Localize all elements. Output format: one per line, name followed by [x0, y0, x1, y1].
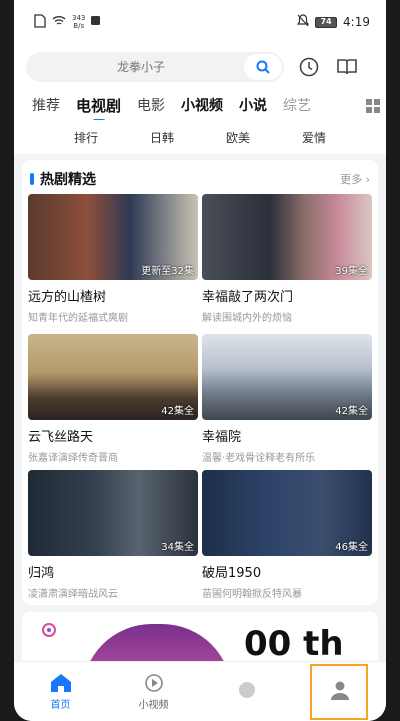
net-speed: 343 B/s — [72, 14, 85, 30]
nav-short-video[interactable]: 小视频 — [107, 662, 200, 721]
drama-title: 幸福院 — [202, 430, 242, 445]
book-icon — [337, 59, 357, 75]
drama-subtitle: 解读围城内外的烦恼 — [202, 313, 292, 324]
drama-card[interactable]: 42集全 幸福院 温馨·老戏骨诠释老有所乐 — [202, 334, 372, 464]
drama-card[interactable]: 34集全 归鸿 凌潇肃演绎暗战风云 — [28, 470, 198, 600]
episode-badge: 46集全 — [335, 542, 368, 553]
search-bar[interactable] — [26, 52, 284, 82]
drama-card[interactable]: 46集全 破局1950 苗圃何明翰掀反特风暴 — [202, 470, 372, 600]
category-romance[interactable]: 爱情 — [302, 129, 326, 146]
drama-subtitle: 知青年代的延福式爽剧 — [28, 313, 128, 324]
category-japan-korea[interactable]: 日韩 — [150, 129, 174, 146]
drama-thumbnail: 42集全 — [202, 334, 372, 420]
category-row: 排行 日韩 欧美 爱情 — [14, 120, 386, 154]
battery-icon: 74 — [315, 16, 338, 28]
promo-text: 00 th — [244, 624, 344, 664]
search-header — [14, 44, 386, 90]
tab-recommend[interactable]: 推荐 — [32, 95, 60, 115]
history-button[interactable] — [296, 54, 322, 80]
video-icon — [144, 673, 163, 692]
tab-movies[interactable]: 电影 — [137, 95, 165, 115]
nav-short-video-label: 小视频 — [138, 699, 169, 711]
episode-badge: 更新至32集 — [141, 266, 194, 277]
drama-title: 云飞丝路天 — [28, 430, 94, 445]
drama-title: 归鸿 — [28, 566, 55, 581]
tab-short-video[interactable]: 小视频 — [181, 95, 223, 115]
tab-variety[interactable]: 综艺 — [283, 95, 311, 115]
drama-title: 破局1950 — [202, 566, 262, 581]
search-button[interactable] — [244, 54, 282, 80]
drama-card[interactable]: 42集全 云飞丝路天 张嘉译演绎传奇晋商 — [28, 334, 198, 464]
mute-icon — [296, 14, 310, 30]
section-header: 热剧精选 更多 › — [30, 166, 370, 192]
episode-badge: 39集全 — [335, 266, 368, 277]
nav-home[interactable]: 首页 — [14, 662, 107, 721]
net-speed-unit: B/s — [73, 22, 85, 30]
search-icon — [256, 60, 270, 74]
drama-card[interactable]: 更新至32集 远方的山楂树 知青年代的延福式爽剧 — [28, 194, 198, 324]
drama-subtitle: 苗圃何明翰掀反特风暴 — [202, 589, 302, 600]
net-speed-value: 343 — [72, 14, 86, 22]
nav-home-label: 首页 — [50, 699, 71, 711]
nav-profile[interactable] — [293, 662, 386, 721]
center-icon — [238, 682, 255, 698]
category-western[interactable]: 欧美 — [226, 129, 250, 146]
bookshelf-button[interactable] — [334, 54, 360, 80]
home-icon — [50, 673, 71, 692]
section-marker — [30, 173, 34, 185]
nav-center[interactable] — [200, 662, 293, 721]
drama-thumbnail: 42集全 — [28, 334, 198, 420]
app-logo-icon — [42, 622, 56, 641]
hot-dramas-section: 热剧精选 更多 › 更新至32集 远方的山楂树 知青年代的延福式爽剧 39集全 … — [22, 160, 378, 605]
tab-novels[interactable]: 小说 — [239, 95, 267, 115]
drama-title: 远方的山楂树 — [28, 290, 107, 305]
notification-icon — [91, 16, 101, 28]
drama-thumbnail: 39集全 — [202, 194, 372, 280]
tab-tv-series[interactable]: 电视剧 — [76, 95, 121, 122]
phone-screen: 343 B/s 74 4:19 龙拳小子 推荐 电视剧 电影 小视频 小说 综艺… — [14, 0, 386, 721]
channel-tabs: 推荐 电视剧 电影 小视频 小说 综艺 — [14, 90, 386, 122]
all-channels-button[interactable] — [366, 98, 380, 117]
episode-badge: 42集全 — [335, 406, 368, 417]
sim-icon — [34, 13, 46, 31]
drama-subtitle: 张嘉译演绎传奇晋商 — [28, 453, 118, 464]
drama-thumbnail: 34集全 — [28, 470, 198, 556]
status-bar: 343 B/s 74 4:19 — [14, 0, 386, 44]
episode-badge: 42集全 — [161, 406, 194, 417]
history-icon — [299, 57, 319, 77]
drama-thumbnail: 46集全 — [202, 470, 372, 556]
bottom-nav: 首页 小视频 — [14, 661, 386, 721]
drama-card[interactable]: 39集全 幸福敲了两次门 解读围城内外的烦恼 — [202, 194, 372, 324]
section-title: 热剧精选 — [40, 172, 96, 188]
highlight-frame — [310, 664, 368, 720]
drama-subtitle: 温馨·老戏骨诠释老有所乐 — [202, 453, 316, 464]
search-input[interactable] — [26, 60, 236, 74]
more-link[interactable]: 更多 › — [340, 171, 370, 187]
drama-title: 幸福敲了两次门 — [202, 290, 294, 305]
category-ranking[interactable]: 排行 — [74, 129, 98, 146]
grid-icon — [366, 99, 380, 113]
drama-thumbnail: 更新至32集 — [28, 194, 198, 280]
drama-subtitle: 凌潇肃演绎暗战风云 — [28, 589, 118, 600]
clock: 4:19 — [343, 15, 370, 29]
episode-badge: 34集全 — [161, 542, 194, 553]
wifi-icon — [52, 15, 66, 29]
